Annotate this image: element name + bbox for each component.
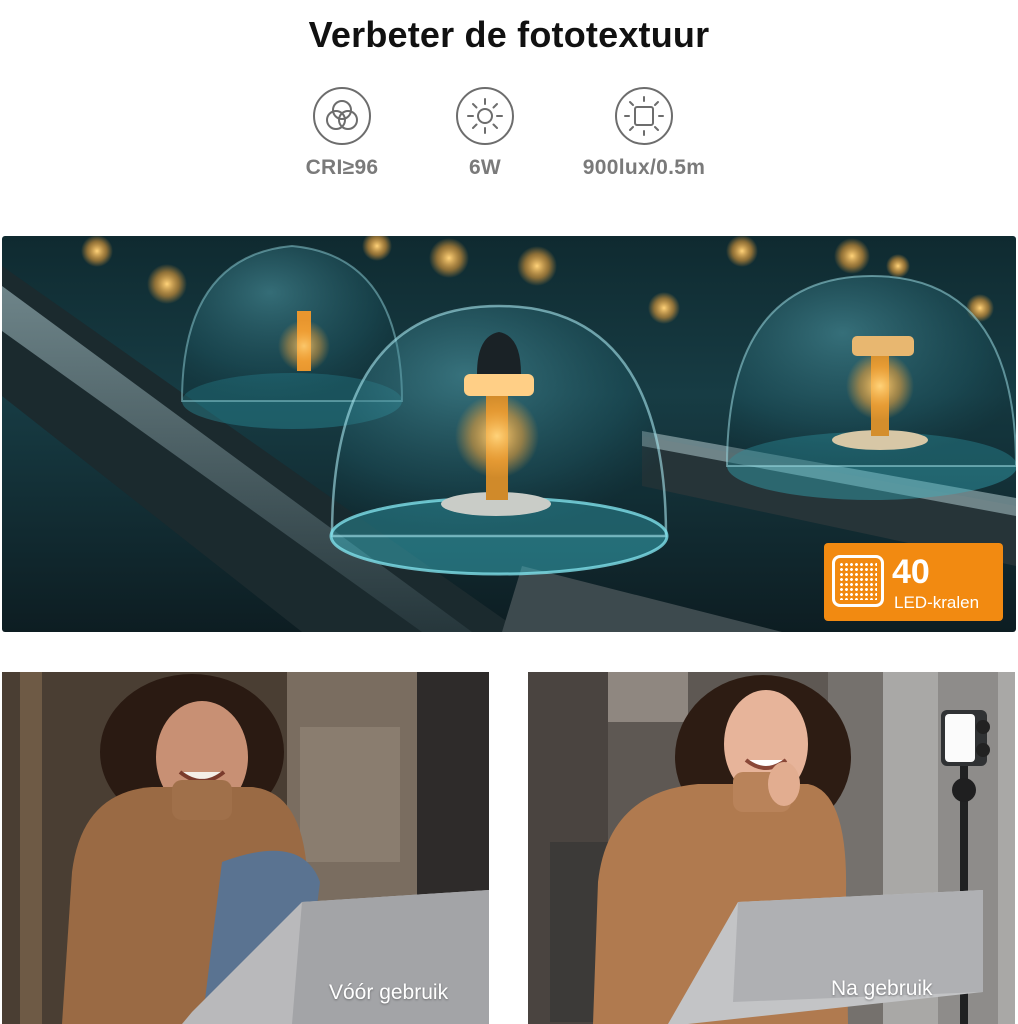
page-title: Verbeter de fototextuur <box>308 14 710 55</box>
cri-circles-icon <box>313 87 371 145</box>
led-grid-icon <box>832 555 884 607</box>
after-caption: Na gebruik <box>831 977 933 1000</box>
before-caption: Vóór gebruik <box>329 981 449 1004</box>
brightness-square-icon <box>615 87 673 145</box>
spec-lux: 900lux/0.5m <box>544 86 744 180</box>
led-count-badge: 40 LED-kralen <box>824 543 1003 621</box>
led-count-unit: LED-kralen <box>894 593 980 612</box>
after-photo: Na gebruik <box>528 672 1015 1024</box>
led-count-number: 40 <box>892 553 930 591</box>
sun-icon <box>456 87 514 145</box>
spec-lux-label: 900lux/0.5m <box>582 156 706 179</box>
before-photo: Vóór gebruik <box>2 672 489 1024</box>
